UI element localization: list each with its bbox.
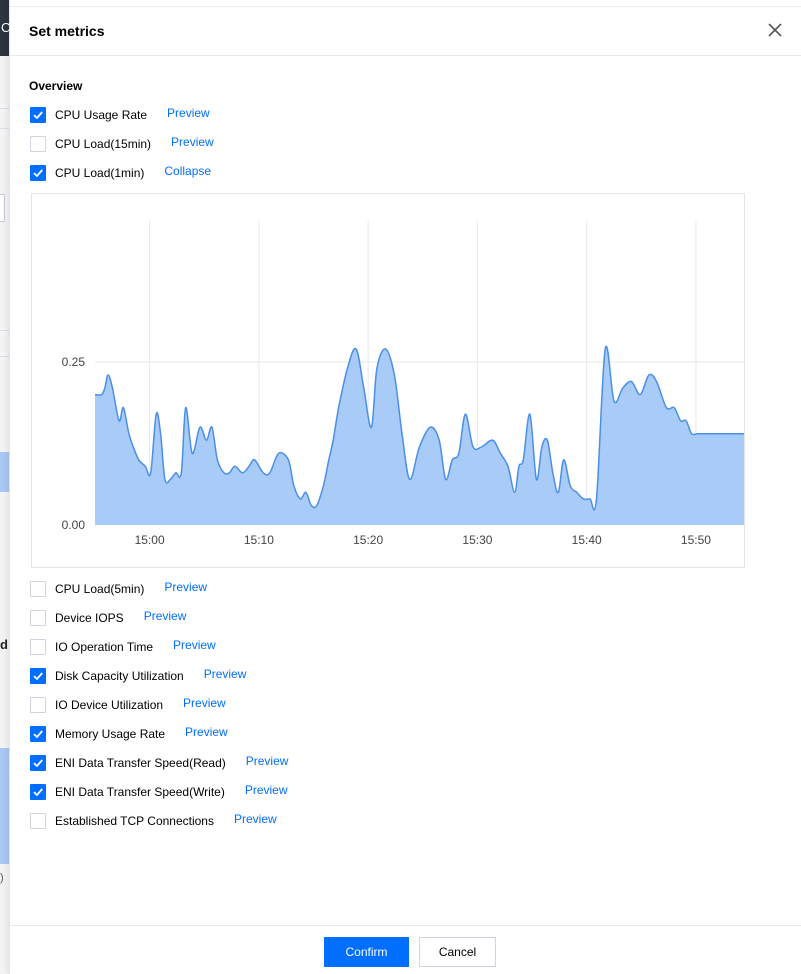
background-divider [0,356,9,357]
series-area [95,346,744,525]
metric-row-device-iops: Device IOPS Preview [30,609,186,627]
x-tick-label: 15:00 [135,533,165,547]
preview-link-memory-usage-rate[interactable]: Preview [185,725,228,739]
metric-row-memory-usage-rate: Memory Usage Rate Preview [30,725,228,743]
background-divider [0,108,9,109]
x-tick-label: 15:30 [462,533,492,547]
section-title-overview: Overview [29,79,83,93]
background-page: C d ) [0,0,9,974]
preview-link-disk-capacity-utilization[interactable]: Preview [204,667,247,681]
close-icon [768,23,782,37]
metric-label: Memory Usage Rate [55,727,166,741]
check-icon [33,672,43,681]
preview-link-eni-data-transfer-speed-write[interactable]: Preview [245,783,288,797]
check-icon [33,759,43,768]
checkbox-cpu-load-1min[interactable] [30,165,46,181]
metric-row-io-operation-time: IO Operation Time Preview [30,638,216,656]
metric-row-cpu-load-15min: CPU Load(15min) Preview [30,135,214,153]
metric-label: CPU Load(15min) [55,137,152,151]
drawer-footer: Confirm Cancel [10,925,801,974]
check-icon [33,730,43,739]
background-header: C [0,0,9,56]
metric-row-established-tcp-connections: Established TCP Connections Preview [30,812,277,830]
chart-svg: 15:00 15:10 15:20 15:30 15:40 15:50 0.25 0.00 [62,221,744,547]
metric-label: CPU Load(1min) [55,166,145,180]
metric-row-disk-capacity-utilization: Disk Capacity Utilization Preview [30,667,246,685]
checkbox-established-tcp-connections[interactable] [30,813,46,829]
metric-row-eni-data-transfer-speed-write: ENI Data Transfer Speed(Write) Preview [30,783,288,801]
checkbox-eni-data-transfer-speed-write[interactable] [30,784,46,800]
x-tick-label: 15:20 [353,533,383,547]
metric-label: ENI Data Transfer Speed(Write) [55,785,225,799]
cpu-load-1min-chart: 15:00 15:10 15:20 15:30 15:40 15:50 0.25 0.00 [31,193,745,568]
metric-label: ENI Data Transfer Speed(Read) [55,756,226,770]
collapse-link-cpu-load-1min[interactable]: Collapse [164,164,211,178]
confirm-button[interactable]: Confirm [324,937,409,967]
checkbox-device-iops[interactable] [30,610,46,626]
background-chart-area [0,748,9,864]
metric-row-io-device-utilization: IO Device Utilization Preview [30,696,226,714]
x-tick-label: 15:40 [572,533,602,547]
metric-row-cpu-usage-rate: CPU Usage Rate Preview [30,106,210,124]
background-chart-area [0,452,9,492]
close-button[interactable] [766,21,784,39]
preview-link-cpu-usage-rate[interactable]: Preview [167,106,210,120]
set-metrics-drawer: Set metrics Overview CPU Usage Rate Previ… [9,0,801,974]
checkbox-disk-capacity-utilization[interactable] [30,668,46,684]
metric-label: CPU Usage Rate [55,108,148,122]
checkbox-io-operation-time[interactable] [30,639,46,655]
preview-link-device-iops[interactable]: Preview [144,609,187,623]
background-heading-char: d [0,637,8,652]
preview-link-io-device-utilization[interactable]: Preview [183,696,226,710]
metric-label: IO Operation Time [55,640,154,654]
drawer-title: Set metrics [29,23,105,39]
background-input [0,194,5,222]
metric-label: CPU Load(5min) [55,582,145,596]
checkbox-cpu-load-5min[interactable] [30,581,46,597]
checkbox-cpu-usage-rate[interactable] [30,107,46,123]
preview-link-established-tcp-connections[interactable]: Preview [234,812,277,826]
metric-label: Established TCP Connections [55,814,214,828]
cancel-button[interactable]: Cancel [419,937,496,967]
background-divider [0,128,9,129]
preview-link-eni-data-transfer-speed-read[interactable]: Preview [246,754,289,768]
background-header-text: C [1,20,9,35]
checkbox-io-device-utilization[interactable] [30,697,46,713]
background-divider [0,330,9,331]
checkbox-cpu-load-15min[interactable] [30,136,46,152]
x-tick-label: 15:10 [244,533,274,547]
preview-link-io-operation-time[interactable]: Preview [173,638,216,652]
checkbox-memory-usage-rate[interactable] [30,726,46,742]
drawer-header: Set metrics [10,6,801,56]
preview-link-cpu-load-5min[interactable]: Preview [164,580,207,594]
preview-link-cpu-load-15min[interactable]: Preview [171,135,214,149]
y-tick-label: 0.00 [62,518,86,532]
metric-row-cpu-load-1min: CPU Load(1min) Collapse [30,164,211,182]
metric-row-eni-data-transfer-speed-read: ENI Data Transfer Speed(Read) Preview [30,754,288,772]
x-tick-label: 15:50 [681,533,711,547]
check-icon [33,788,43,797]
check-icon [33,169,43,178]
check-icon [33,111,43,120]
metric-label: Disk Capacity Utilization [55,669,184,683]
y-tick-label: 0.25 [62,355,86,369]
metric-label: Device IOPS [55,611,124,625]
metric-row-cpu-load-5min: CPU Load(5min) Preview [30,580,207,598]
background-text-char: ) [0,872,4,884]
metric-label: IO Device Utilization [55,698,164,712]
checkbox-eni-data-transfer-speed-read[interactable] [30,755,46,771]
